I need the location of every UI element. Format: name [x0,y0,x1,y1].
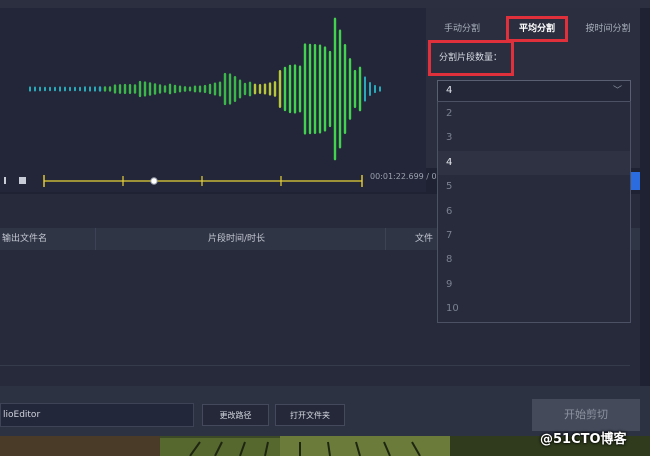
time-separator: / 0 [426,172,437,181]
tab-time-split[interactable]: 按时间分割 [576,16,640,42]
time-current: 00:01:22.699 [370,172,424,181]
dropdown-option[interactable]: 7 [438,224,630,248]
segment-count-value: 4 [446,85,453,96]
timeline-track[interactable] [0,168,426,192]
dropdown-option[interactable]: 5 [438,175,630,199]
segment-count-label: 分割片段数量： [428,40,514,76]
dropdown-option[interactable]: 6 [438,200,630,224]
segment-count-dropdown: 2 3 4 5 6 7 8 9 10 [437,101,631,323]
open-folder-button[interactable]: 打开文件夹 [275,404,345,426]
time-readout: 00:01:22.699 / 0 [370,172,437,181]
output-path-field[interactable]: lioEditor [0,403,194,427]
tab-manual-split[interactable]: 手动分割 [426,16,498,42]
window-top-strip [0,0,650,8]
start-cut-button[interactable]: 开始剪切 [532,399,640,431]
segment-count-select[interactable]: 4 ﹀ [437,80,631,102]
stop-icon[interactable] [19,177,26,184]
column-output-filename[interactable]: 输出文件名 [2,228,47,250]
blue-action-button[interactable] [630,172,640,190]
dropdown-option[interactable]: 10 [438,297,630,321]
timeline-bar: 00:01:22.699 / 0 [0,168,437,192]
dropdown-option[interactable]: 4 [438,150,630,175]
tab-equal-split[interactable]: 平均分割 [506,16,568,42]
playhead-handle[interactable] [150,177,158,185]
dropdown-option[interactable]: 8 [438,248,630,272]
column-divider [385,228,386,250]
chevron-down-icon: ﹀ [612,86,622,96]
column-segment-duration[interactable]: 片段时间/时长 [208,228,265,250]
dropdown-option[interactable]: 2 [438,102,630,126]
watermark-text: @51CTO博客 [540,432,627,447]
pause-icon[interactable] [4,177,6,184]
waveform-panel[interactable] [0,8,426,168]
dropdown-option[interactable]: 9 [438,273,630,297]
waveform-graphic [29,17,381,161]
dropdown-option[interactable]: 3 [438,126,630,150]
column-divider [95,228,96,250]
column-file[interactable]: 文件 [415,228,433,250]
change-path-button[interactable]: 更改路径 [202,404,269,426]
